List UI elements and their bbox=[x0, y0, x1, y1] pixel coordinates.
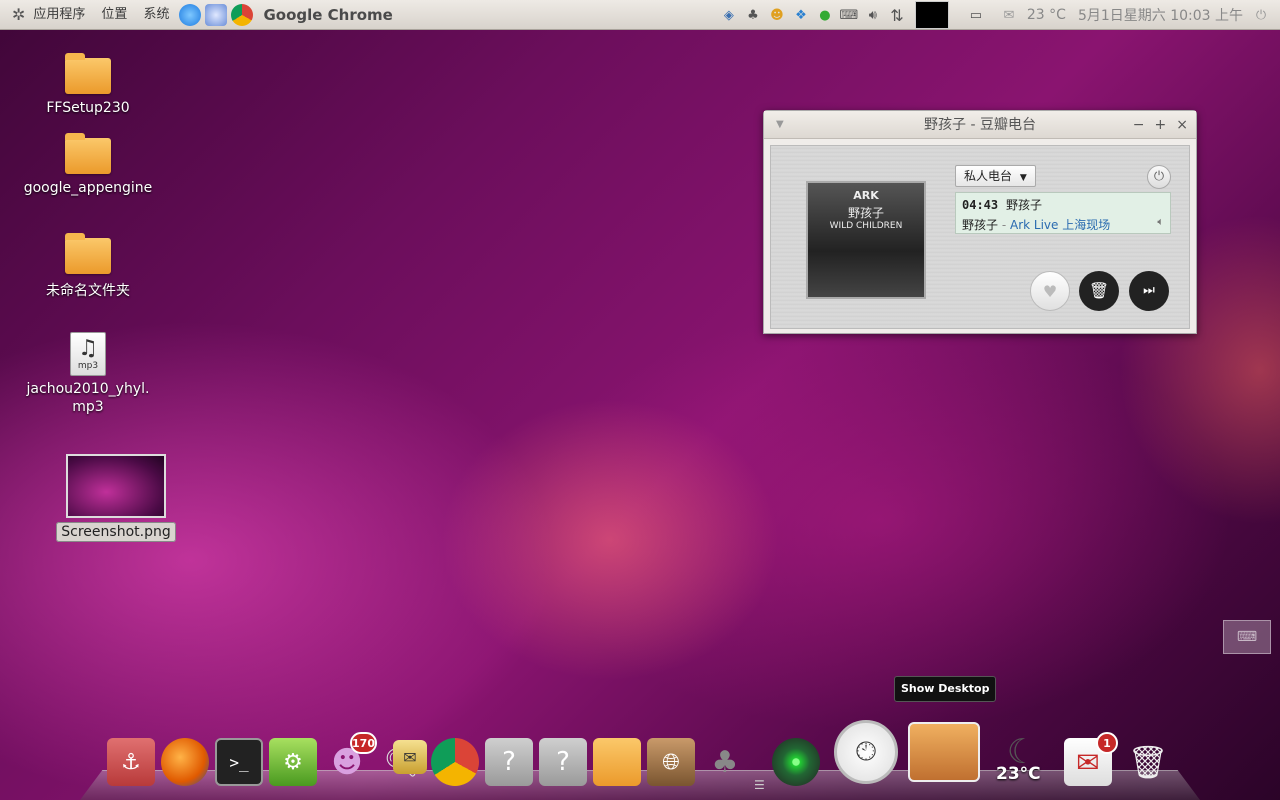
dock-tree-icon[interactable]: ♣ bbox=[701, 738, 749, 786]
mail-indicator-icon[interactable]: ✉ bbox=[1000, 6, 1018, 24]
dropbox-icon[interactable]: ◈ bbox=[720, 6, 738, 24]
skip-next-button[interactable]: ⏭︎ bbox=[1129, 271, 1169, 311]
dock-separator: ☰ bbox=[754, 778, 765, 792]
dock-update-manager-icon[interactable]: 🌐︎ bbox=[647, 738, 695, 786]
desktop-icon-label: Screenshot.png bbox=[56, 522, 176, 542]
mail-launcher-icon[interactable] bbox=[205, 3, 228, 26]
chrome-launcher-icon[interactable] bbox=[231, 3, 254, 26]
dock-unknown-app-icon[interactable]: ? bbox=[485, 738, 533, 786]
close-icon[interactable]: × bbox=[1176, 111, 1188, 139]
music-note-icon: ♫ bbox=[78, 336, 98, 361]
qq-tray-icon[interactable]: ☻ bbox=[768, 6, 786, 24]
folder-icon bbox=[65, 233, 111, 274]
network-icon[interactable]: ● bbox=[816, 6, 834, 24]
window-titlebar[interactable]: ▼ 野孩子 - 豆瓣电台 − + × bbox=[764, 111, 1196, 139]
chat-badge: 170 bbox=[350, 732, 377, 754]
system-tray: ◈ ♣ ☻ ❖ ● ⌨ 🔊︎ ⇅ ▭ ✉ 23 °C 5月1日星期六 10:03… bbox=[717, 0, 1280, 30]
desktop-icon-google-appengine[interactable]: google_appengine bbox=[18, 133, 158, 196]
dock-show-desktop-icon[interactable] bbox=[908, 722, 980, 782]
tree-icon[interactable]: ♣ bbox=[744, 6, 762, 24]
maximize-icon[interactable]: + bbox=[1155, 111, 1167, 139]
album-art-band: ARK bbox=[853, 189, 879, 202]
dock-terminal-icon[interactable]: >_ bbox=[215, 738, 263, 786]
system-monitor-graph[interactable] bbox=[914, 1, 949, 29]
dock-chrome-icon[interactable] bbox=[431, 738, 479, 786]
transfer-arrows-icon[interactable]: ⇅ bbox=[888, 6, 906, 25]
dock-anchor-icon[interactable]: ⚓ bbox=[107, 738, 155, 786]
keyboard-icon[interactable]: ⌨ bbox=[840, 6, 859, 24]
menu-places[interactable]: 位置 bbox=[93, 0, 135, 30]
dock-settings-gear-icon[interactable]: ⚙ bbox=[269, 738, 317, 786]
dock-folder-icon[interactable] bbox=[593, 738, 641, 786]
player-body: ARK 野孩子 WILD CHILDREN 私人电台 ▼ ⏻ 04:43 野孩子… bbox=[770, 145, 1190, 329]
desktop-icon-label: jachou2010_yhyl. mp3 bbox=[26, 381, 150, 415]
artist-album-separator: - bbox=[998, 218, 1010, 232]
file-type-badge: mp3 bbox=[77, 361, 99, 371]
desktop-icon-label: google_appengine bbox=[23, 180, 153, 196]
volume-icon[interactable]: 🔊︎ bbox=[864, 6, 882, 24]
panel-temperature[interactable]: 23 °C bbox=[1027, 7, 1066, 23]
desktop-icon-untitled-folder[interactable]: 未命名文件夹 bbox=[18, 233, 158, 300]
menu-system[interactable]: 系统 bbox=[135, 0, 177, 30]
channel-label: 私人电台 bbox=[964, 169, 1013, 183]
minimize-icon[interactable]: − bbox=[1133, 111, 1145, 139]
track-title: 野孩子 bbox=[1005, 198, 1042, 212]
battery-icon[interactable]: ▭ bbox=[967, 6, 985, 24]
onscreen-keyboard-icon[interactable]: ⌨ bbox=[1223, 620, 1271, 654]
chevron-down-icon: ▼ bbox=[1019, 173, 1027, 183]
dock-pidgin-icon[interactable]: ☻ 170 bbox=[323, 732, 377, 786]
like-button[interactable]: ♥ bbox=[1030, 271, 1070, 311]
trash-button[interactable]: 🗑︎ bbox=[1079, 271, 1119, 311]
window-menu-icon[interactable]: ▼ bbox=[776, 111, 784, 139]
album-art-title-cn: 野孩子 bbox=[847, 206, 884, 220]
top-panel: ✲ 应用程序 位置 系统 Google Chrome ◈ ♣ ☻ ❖ ● ⌨ 🔊… bbox=[0, 0, 1280, 30]
desktop-icon-screenshot[interactable]: Screenshot.png bbox=[46, 454, 186, 542]
ubuntu-logo-icon[interactable]: ✲ bbox=[12, 5, 25, 24]
dock-gmail-icon[interactable]: ✉ 1 bbox=[1064, 732, 1118, 786]
channel-dropdown[interactable]: 私人电台 ▼ bbox=[955, 165, 1036, 187]
dock-radar-icon[interactable] bbox=[772, 738, 820, 786]
now-playing-panel: 04:43 野孩子 野孩子 - Ark Live 上海现场 🔈︎ bbox=[955, 192, 1171, 234]
image-thumbnail bbox=[66, 454, 166, 518]
dock-spreadsheet-icon[interactable]: ✉ bbox=[393, 740, 427, 774]
menu-applications[interactable]: 应用程序 bbox=[25, 0, 93, 30]
desktop-icon-label: FFSetup230 bbox=[46, 100, 130, 116]
qq-launcher-icon[interactable] bbox=[179, 3, 202, 26]
track-album-link[interactable]: Ark Live 上海现场 bbox=[1010, 218, 1110, 232]
folder-icon bbox=[65, 53, 111, 94]
dock-clock-icon[interactable]: 🕙︎ bbox=[834, 720, 898, 784]
track-artist: 野孩子 bbox=[962, 218, 999, 232]
album-art: ARK 野孩子 WILD CHILDREN bbox=[806, 181, 926, 299]
dock-trash-icon[interactable]: 🗑︎ bbox=[1124, 738, 1172, 786]
volume-icon[interactable]: 🔈︎ bbox=[1157, 215, 1164, 229]
active-app-title: Google Chrome bbox=[263, 5, 393, 24]
sync-icon[interactable]: ❖ bbox=[792, 6, 810, 24]
show-desktop-tooltip: Show Desktop bbox=[894, 676, 997, 702]
mail-badge: 1 bbox=[1096, 732, 1118, 754]
desktop-icon-ffsetup[interactable]: FFSetup230 bbox=[18, 53, 158, 116]
dock-unknown-app-icon[interactable]: ? bbox=[539, 738, 587, 786]
power-icon[interactable]: ⏻ bbox=[1252, 6, 1270, 24]
folder-icon bbox=[65, 133, 111, 174]
mp3-file-icon: ♫ mp3 bbox=[70, 332, 106, 376]
douban-radio-window: ▼ 野孩子 - 豆瓣电台 − + × ARK 野孩子 WILD CHILDREN… bbox=[763, 110, 1197, 334]
desktop-icon-label: 未命名文件夹 bbox=[46, 283, 130, 299]
track-time: 04:43 bbox=[962, 198, 999, 212]
desktop-icon-mp3[interactable]: ♫ mp3 jachou2010_yhyl. mp3 bbox=[18, 332, 158, 416]
window-title: 野孩子 - 豆瓣电台 bbox=[924, 117, 1036, 133]
panel-datetime[interactable]: 5月1日星期六 10:03 上午 bbox=[1078, 5, 1243, 25]
dock-firefox-icon[interactable] bbox=[161, 738, 209, 786]
dock-weather-temp: 23°C bbox=[996, 764, 1041, 784]
power-button[interactable]: ⏻ bbox=[1147, 165, 1171, 189]
album-art-title-en: WILD CHILDREN bbox=[829, 221, 903, 231]
